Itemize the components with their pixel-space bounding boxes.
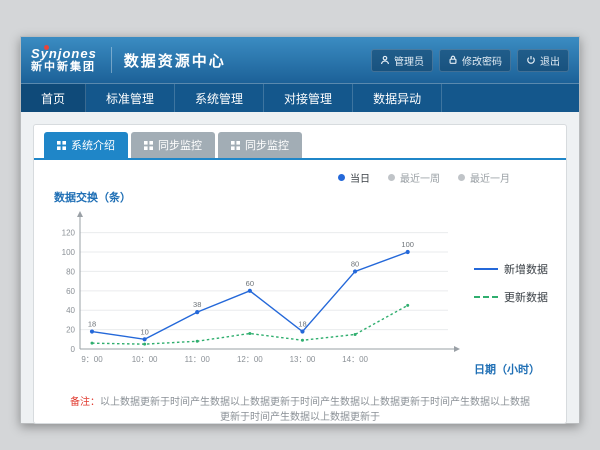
change-password-button[interactable]: 修改密码	[439, 49, 511, 72]
filter-today[interactable]: 当日	[338, 170, 370, 185]
tabs-bar: 系统介绍 同步监控 同步监控	[34, 125, 566, 160]
legend-line-sample	[474, 268, 498, 270]
tab-sync-monitor-1[interactable]: 同步监控	[131, 132, 215, 158]
series-legend: 新增数据更新数据	[466, 261, 550, 305]
logo-subtext: 新中新集团	[31, 61, 97, 73]
filter-label: 当日	[350, 170, 370, 185]
svg-text:80: 80	[66, 267, 75, 276]
footnote-label: 备注：	[70, 397, 100, 408]
page-title: 数据资源中心	[124, 50, 226, 71]
grid-icon	[231, 141, 240, 150]
series-legend-item[interactable]: 新增数据	[474, 261, 548, 277]
power-icon	[526, 55, 536, 65]
app-header: Synjones 新中新集团 数据资源中心 管理员 修改密码	[21, 37, 579, 83]
chart-section: 当日 最近一周 最近一月 数据交换（条） 0 20 40 60 80 100 120 9：00…	[34, 160, 566, 423]
svg-text:10: 10	[140, 327, 148, 336]
svg-text:60: 60	[246, 279, 254, 288]
logout-label: 退出	[540, 53, 560, 68]
footnote: 备注：以上数据更新于时间产生数据以上数据更新于时间产生数据以上数据更新于时间产生…	[50, 377, 550, 423]
nav-item-home[interactable]: 首页	[21, 84, 86, 112]
header-actions: 管理员 修改密码 退出	[371, 49, 569, 72]
tab-label: 同步监控	[245, 137, 289, 153]
svg-text:14：00: 14：00	[342, 355, 368, 364]
svg-text:9：00: 9：00	[81, 355, 103, 364]
svg-text:100: 100	[401, 240, 414, 249]
user-icon	[380, 55, 390, 65]
tab-label: 同步监控	[158, 137, 202, 153]
line-chart: 0 20 40 60 80 100 120 9：00 10：00 11：00 12：00 13：00 1…	[50, 207, 466, 375]
svg-text:38: 38	[193, 300, 201, 309]
legend-label: 更新数据	[504, 289, 548, 305]
time-filter-legend: 当日 最近一周 最近一月	[50, 170, 550, 185]
filter-label: 最近一周	[400, 170, 440, 185]
main-card: 系统介绍 同步监控 同步监控	[33, 124, 567, 424]
chart-row: 0 20 40 60 80 100 120 9：00 10：00 11：00 12：00 13：00 1…	[50, 207, 550, 375]
filter-dot-icon	[338, 174, 345, 181]
header-divider	[111, 47, 112, 73]
svg-text:0: 0	[71, 345, 76, 354]
legend-line-sample	[474, 296, 498, 298]
footnote-text: 以上数据更新于时间产生数据以上数据更新于时间产生数据以上数据更新于时间产生数据以…	[100, 397, 530, 423]
page: Synjones 新中新集团 数据资源中心 管理员 修改密码	[20, 36, 580, 424]
logo-text: Synjones	[31, 47, 97, 61]
svg-text:100: 100	[62, 248, 76, 257]
lock-icon	[448, 55, 458, 65]
svg-text:18: 18	[298, 320, 306, 329]
logo[interactable]: Synjones 新中新集团	[31, 47, 107, 73]
y-axis-title: 数据交换（条）	[54, 189, 550, 205]
svg-text:18: 18	[88, 320, 96, 329]
svg-text:80: 80	[351, 259, 359, 268]
admin-user-label: 管理员	[394, 53, 424, 68]
svg-text:13：00: 13：00	[290, 355, 316, 364]
grid-icon	[144, 141, 153, 150]
filter-last-month[interactable]: 最近一月	[458, 170, 510, 185]
filter-dot-icon	[458, 174, 465, 181]
nav-item-data-change[interactable]: 数据异动	[353, 84, 442, 112]
main-nav: 首页 标准管理 系统管理 对接管理 数据异动	[21, 83, 579, 112]
logout-button[interactable]: 退出	[517, 49, 569, 72]
grid-icon	[57, 141, 66, 150]
svg-text:20: 20	[66, 326, 75, 335]
svg-text:120: 120	[62, 229, 76, 238]
tab-label: 系统介绍	[71, 137, 115, 153]
legend-label: 新增数据	[504, 261, 548, 277]
svg-text:11：00: 11：00	[185, 355, 211, 364]
nav-item-system-mgmt[interactable]: 系统管理	[175, 84, 264, 112]
content-area: 系统介绍 同步监控 同步监控	[21, 112, 579, 436]
logo-accent-dot	[44, 45, 49, 50]
nav-item-standard-mgmt[interactable]: 标准管理	[86, 84, 175, 112]
svg-text:10：00: 10：00	[132, 355, 158, 364]
filter-label: 最近一月	[470, 170, 510, 185]
svg-text:12：00: 12：00	[237, 355, 263, 364]
filter-dot-icon	[388, 174, 395, 181]
filter-last-week[interactable]: 最近一周	[388, 170, 440, 185]
svg-text:40: 40	[66, 306, 75, 315]
series-legend-item[interactable]: 更新数据	[474, 289, 548, 305]
nav-item-connect-mgmt[interactable]: 对接管理	[264, 84, 353, 112]
change-password-label: 修改密码	[462, 53, 502, 68]
tab-system-intro[interactable]: 系统介绍	[44, 132, 128, 158]
admin-user-button[interactable]: 管理员	[371, 49, 433, 72]
svg-text:60: 60	[66, 287, 75, 296]
tab-sync-monitor-2[interactable]: 同步监控	[218, 132, 302, 158]
